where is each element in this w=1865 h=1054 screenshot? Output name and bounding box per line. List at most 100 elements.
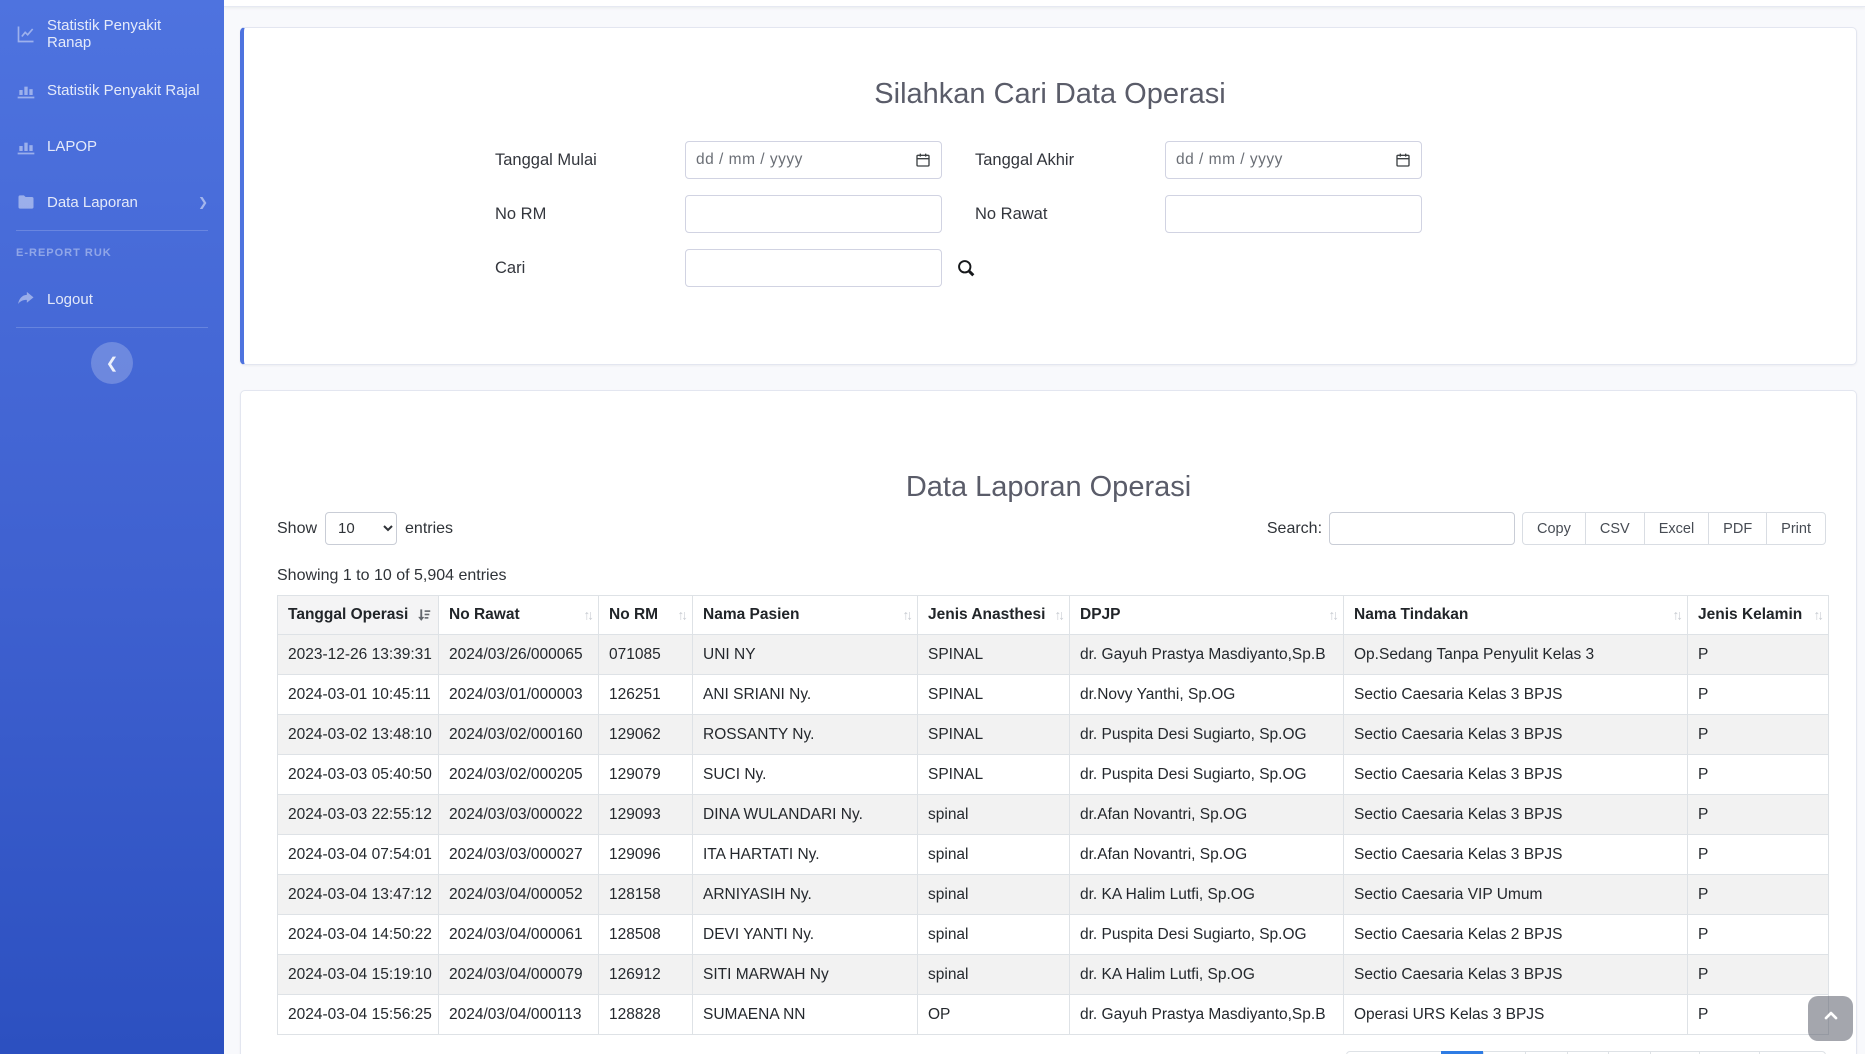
table-cell: spinal: [918, 875, 1070, 915]
table-cell: 129062: [599, 715, 693, 755]
chart-bar-icon: [16, 80, 36, 100]
column-label: Nama Tindakan: [1354, 606, 1468, 623]
column-label: Tanggal Operasi: [288, 606, 408, 623]
sidebar-toggle-button[interactable]: ❮: [91, 342, 133, 384]
scroll-to-top-button[interactable]: [1808, 996, 1853, 1041]
sidebar-item-statistik-penyakit-rajal[interactable]: Statistik Penyakit Rajal: [0, 62, 224, 118]
sidebar-item-label: Data Laporan: [47, 194, 138, 211]
search-form: Tanggal Mulai dd / mm / yyyy Tanggal Akh…: [244, 141, 1856, 287]
sidebar-item-label: Logout: [47, 291, 93, 308]
no-rawat-input[interactable]: [1165, 195, 1422, 233]
topbar: [224, 0, 1865, 7]
table-cell: 2024-03-04 14:50:22: [278, 915, 439, 955]
table-cell: P: [1688, 715, 1829, 755]
export-copy-button[interactable]: Copy: [1522, 512, 1586, 545]
table-row: 2024-03-04 07:54:012024/03/03/0000271290…: [278, 835, 1829, 875]
no-rm-input[interactable]: [685, 195, 942, 233]
sort-both-icon: ↑↓: [1814, 608, 1822, 623]
table-card-title: Data Laporan Operasi: [241, 471, 1856, 504]
tanggal-akhir-date-input[interactable]: dd / mm / yyyy: [1165, 141, 1422, 179]
chevron-left-icon: ❮: [106, 354, 119, 372]
table-cell: P: [1688, 795, 1829, 835]
table-cell: Sectio Caesaria VIP Umum: [1344, 875, 1688, 915]
date-placeholder: dd / mm / yyyy: [696, 151, 803, 169]
main-content: Silahkan Cari Data Operasi Tanggal Mulai…: [224, 0, 1865, 1054]
search-card-title: Silahkan Cari Data Operasi: [244, 78, 1856, 111]
table-cell: P: [1688, 635, 1829, 675]
table-row: 2024-03-02 13:48:102024/03/02/0001601290…: [278, 715, 1829, 755]
table-header-row: Tanggal OperasiNo Rawat↑↓No RM↑↓Nama Pas…: [278, 596, 1829, 635]
sidebar-item-statistik-penyakit-ranap[interactable]: Statistik Penyakit Ranap: [0, 6, 224, 62]
table-cell: 129096: [599, 835, 693, 875]
table-cell: ROSSANTY Ny.: [693, 715, 918, 755]
folder-icon: [16, 192, 36, 212]
table-cell: 2024-03-04 15:56:25: [278, 995, 439, 1035]
table-row: 2024-03-04 14:50:222024/03/04/0000611285…: [278, 915, 1829, 955]
table-cell: Sectio Caesaria Kelas 3 BPJS: [1344, 715, 1688, 755]
tanggal-mulai-date-input[interactable]: dd / mm / yyyy: [685, 141, 942, 179]
table-cell: SUMAENA NN: [693, 995, 918, 1035]
table-controls: Show 10 entries Search: CopyCSVExcelPDFP…: [241, 512, 1856, 545]
table-cell: P: [1688, 875, 1829, 915]
app-root: Statistik Penyakit Ranap Statistik Penya…: [0, 0, 1865, 1054]
calendar-icon[interactable]: [915, 152, 931, 168]
table-cell: 2024/03/04/000113: [439, 995, 599, 1035]
column-header-tanggal-operasi[interactable]: Tanggal Operasi: [278, 596, 439, 635]
column-header-dpjp[interactable]: DPJP↑↓: [1070, 596, 1344, 635]
sort-both-icon: ↑↓: [1329, 608, 1337, 623]
table-cell: Sectio Caesaria Kelas 3 BPJS: [1344, 675, 1688, 715]
table-cell: 2024/03/01/000003: [439, 675, 599, 715]
column-header-no-rm[interactable]: No RM↑↓: [599, 596, 693, 635]
calendar-icon[interactable]: [1395, 152, 1411, 168]
table-cell: spinal: [918, 915, 1070, 955]
table-cell: dr. Puspita Desi Sugiarto, Sp.OG: [1070, 715, 1344, 755]
table-info: Showing 1 to 10 of 5,904 entries: [277, 567, 1856, 585]
table-cell: P: [1688, 755, 1829, 795]
sort-both-icon: ↑↓: [1055, 608, 1063, 623]
no-rm-label: No RM: [495, 205, 685, 224]
export-excel-button[interactable]: Excel: [1644, 512, 1709, 545]
chevron-right-icon: ❯: [198, 195, 208, 209]
cari-input[interactable]: [685, 249, 942, 287]
table-cell: dr. KA Halim Lutfi, Sp.OG: [1070, 955, 1344, 995]
search-card: Silahkan Cari Data Operasi Tanggal Mulai…: [240, 27, 1857, 365]
table-cell: DINA WULANDARI Ny.: [693, 795, 918, 835]
sidebar-item-data-laporan[interactable]: Data Laporan ❯: [0, 174, 224, 230]
column-label: Jenis Kelamin: [1698, 606, 1802, 623]
table-cell: DEVI YANTI Ny.: [693, 915, 918, 955]
column-label: No RM: [609, 606, 658, 623]
table-cell: spinal: [918, 835, 1070, 875]
tanggal-mulai-label: Tanggal Mulai: [495, 151, 685, 170]
sidebar-nav: Statistik Penyakit Ranap Statistik Penya…: [0, 0, 224, 384]
column-header-nama-pasien[interactable]: Nama Pasien↑↓: [693, 596, 918, 635]
search-submit-button[interactable]: [956, 256, 980, 280]
column-header-no-rawat[interactable]: No Rawat↑↓: [439, 596, 599, 635]
export-csv-button[interactable]: CSV: [1585, 512, 1645, 545]
table-row: 2024-03-03 22:55:122024/03/03/0000221290…: [278, 795, 1829, 835]
export-pdf-button[interactable]: PDF: [1708, 512, 1767, 545]
table-search-input[interactable]: [1329, 512, 1515, 545]
table-cell: 2023-12-26 13:39:31: [278, 635, 439, 675]
table-cell: SITI MARWAH Ny: [693, 955, 918, 995]
column-header-jenis-kelamin[interactable]: Jenis Kelamin ↑↓: [1688, 596, 1829, 635]
column-header-jenis-anasthesi[interactable]: Jenis Anasthesi↑↓: [918, 596, 1070, 635]
table-cell: 129093: [599, 795, 693, 835]
table-cell: dr.Afan Novantri, Sp.OG: [1070, 835, 1344, 875]
chart-line-icon: [16, 24, 36, 44]
table-cell: 2024/03/03/000022: [439, 795, 599, 835]
table-cell: 129079: [599, 755, 693, 795]
page-length-select[interactable]: 10: [325, 512, 397, 545]
table-cell: 2024/03/26/000065: [439, 635, 599, 675]
sidebar-item-lapop[interactable]: LAPOP: [0, 118, 224, 174]
table-cell: SPINAL: [918, 675, 1070, 715]
table-cell: 126912: [599, 955, 693, 995]
sidebar-item-logout[interactable]: Logout: [0, 271, 224, 327]
table-cell: 2024/03/04/000061: [439, 915, 599, 955]
table-cell: P: [1688, 675, 1829, 715]
export-print-button[interactable]: Print: [1766, 512, 1826, 545]
table-cell: 2024-03-04 15:19:10: [278, 955, 439, 995]
table-cell: spinal: [918, 955, 1070, 995]
table-cell: 2024-03-02 13:48:10: [278, 715, 439, 755]
column-header-nama-tindakan[interactable]: Nama Tindakan↑↓: [1344, 596, 1688, 635]
table-cell: 2024-03-04 07:54:01: [278, 835, 439, 875]
